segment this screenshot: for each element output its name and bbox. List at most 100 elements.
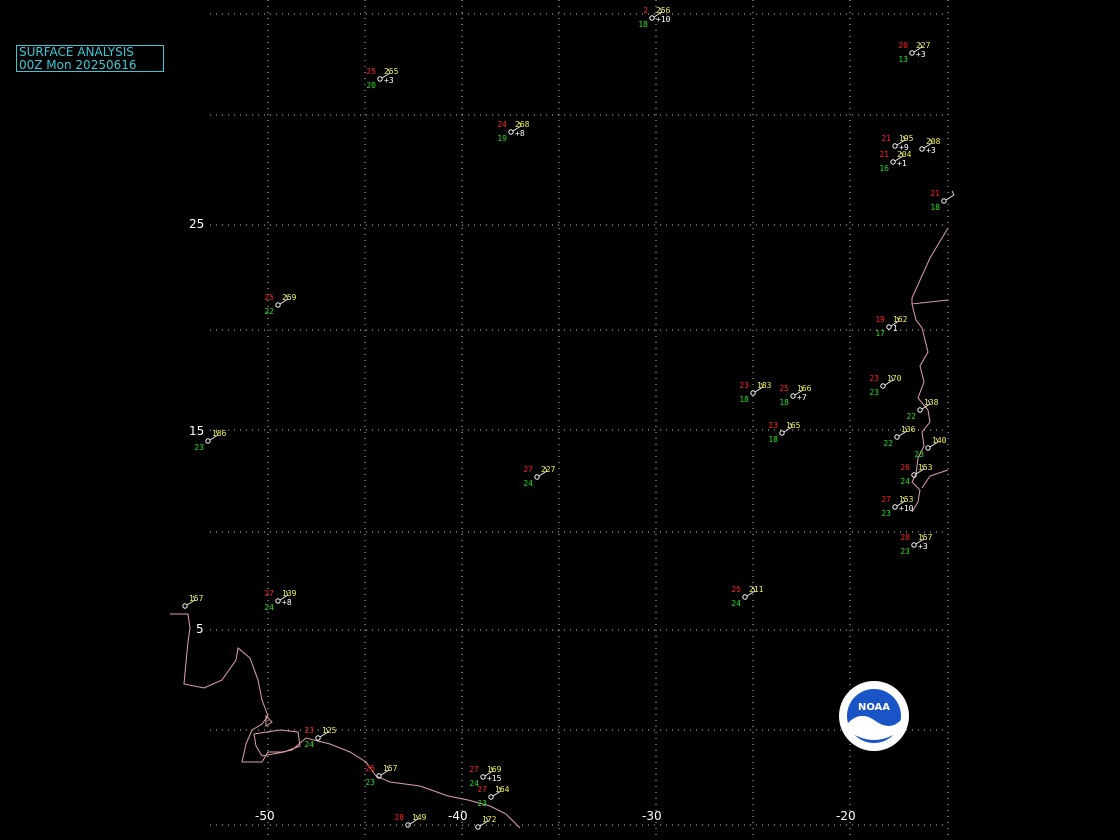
surface-map: -50 -40 -30 -20 25 15 5 218256+10 20 13 227… — [170, 0, 955, 840]
dewpoint-value: 18 — [779, 398, 789, 407]
dewpoint-value: 23 — [869, 388, 879, 397]
station-plot: 23 18 183 — [739, 381, 771, 404]
dewpoint-value: 24 — [731, 599, 741, 608]
pressure-value: 170 — [887, 374, 902, 383]
station-circle — [925, 445, 931, 451]
station-circle — [892, 504, 898, 510]
pressure-value: 208 — [926, 137, 941, 146]
station-plot: 21 16 204+1 — [879, 150, 911, 173]
station-plot: 22 136 — [883, 425, 915, 448]
pressure-value: 255 — [384, 67, 399, 76]
station-circle — [377, 76, 383, 82]
station-circle — [205, 438, 211, 444]
station-circle — [742, 594, 748, 600]
dewpoint-value: 18 — [768, 435, 778, 444]
pressure-tendency: +15 — [487, 774, 502, 783]
pressure-tendency: +8 — [515, 129, 525, 138]
station-plot: 25 24 211 — [731, 585, 763, 608]
dewpoint-value: 13 — [898, 55, 908, 64]
station-circle — [909, 50, 915, 56]
temperature-value: 19 — [875, 315, 885, 324]
dewpoint-value: 22 — [264, 307, 274, 316]
temperature-value: 25 — [366, 67, 376, 76]
trinidad-coast — [253, 714, 301, 757]
station-plot: 23 24 125 — [304, 726, 336, 749]
station-plot: 23 23 170 — [869, 374, 901, 397]
pressure-value: 204 — [897, 150, 912, 159]
south-america-coast — [170, 613, 521, 829]
pressure-value: 259 — [282, 293, 297, 302]
station-circle — [880, 383, 886, 389]
station-circle — [790, 393, 796, 399]
pressure-tendency: +8 — [282, 598, 292, 607]
temperature-value: 27 — [477, 785, 487, 794]
station-circle — [919, 146, 925, 152]
station-circle — [750, 390, 756, 396]
temperature-value: 23 — [768, 421, 778, 430]
temperature-value: 27 — [264, 589, 274, 598]
station-circle — [275, 302, 281, 308]
station-plot: 26 23 157 — [365, 764, 397, 787]
pressure-value: 136 — [901, 425, 916, 434]
station-circle — [917, 407, 923, 413]
pressure-tendency: +1 — [897, 159, 907, 168]
pressure-value: 227 — [916, 41, 931, 50]
title-line-2: 00Z Mon 20250616 — [19, 58, 137, 72]
pressure-tendency: +10 — [899, 504, 914, 513]
station-plot: 28 23 157+3 — [900, 533, 932, 556]
temperature-value: 23 — [869, 374, 879, 383]
lon-label: -20 — [836, 809, 856, 823]
temperature-value: 28 — [394, 813, 404, 822]
pressure-value: 211 — [749, 585, 764, 594]
station-circle — [779, 430, 785, 436]
pressure-value: 164 — [495, 785, 510, 794]
dewpoint-value: 16 — [879, 164, 889, 173]
temperature-value: 27 — [523, 465, 533, 474]
pressure-value: 166 — [797, 384, 812, 393]
temperature-value: 25 — [731, 585, 741, 594]
pressure-tendency: +3 — [384, 76, 394, 85]
dewpoint-value: 22 — [906, 412, 916, 421]
station-plot: 27 24 227 — [523, 465, 555, 488]
dewpoint-value: 20 — [366, 81, 376, 90]
lon-label: -30 — [642, 809, 662, 823]
pressure-value: 157 — [189, 594, 204, 603]
pressure-value: 268 — [515, 120, 530, 129]
temperature-value: 21 — [879, 150, 889, 159]
temperature-value: 21 — [930, 189, 940, 198]
dewpoint-value: 24 — [900, 477, 910, 486]
station-plot: 27 24 139+8 — [264, 589, 296, 612]
pressure-value: 169 — [487, 765, 502, 774]
station-plot: 2 18 256+10 — [638, 6, 670, 29]
noaa-logo: NOAA — [839, 681, 909, 751]
pressure-value: 256 — [656, 6, 671, 15]
title-box: SURFACE ANALYSIS 00Z Mon 20250616 — [16, 45, 164, 72]
station-circle — [894, 434, 900, 440]
temperature-value: 27 — [469, 765, 479, 774]
pressure-tendency: +7 — [797, 393, 807, 402]
pressure-value: 165 — [786, 421, 801, 430]
pressure-value: 227 — [541, 465, 556, 474]
temperature-value: 26 — [365, 764, 375, 773]
pressure-value: 172 — [482, 815, 497, 824]
station-plot: 172 — [475, 815, 497, 830]
station-circle — [911, 542, 917, 548]
pressure-value: 195 — [899, 134, 914, 143]
temperature-value: 27 — [881, 495, 891, 504]
dewpoint-value: 23 — [477, 799, 487, 808]
pressure-value: 139 — [282, 589, 297, 598]
axis-labels: -50 -40 -30 -20 25 15 5 — [189, 217, 856, 823]
pressure-value: 140 — [932, 436, 947, 445]
station-plot: 20 13 227+3 — [898, 41, 930, 64]
temperature-value: 23 — [739, 381, 749, 390]
station-plot: 208+3 — [919, 137, 941, 155]
station-plot: 23 140 — [914, 436, 946, 459]
temperature-value: 28 — [900, 533, 910, 542]
dewpoint-value: 23 — [194, 443, 204, 452]
temperature-value: 20 — [898, 41, 908, 50]
temperature-value: 24 — [497, 120, 507, 129]
station-circle — [886, 324, 892, 330]
dewpoint-value: 24 — [523, 479, 533, 488]
temperature-value: 21 — [881, 134, 891, 143]
pressure-value: 162 — [893, 315, 908, 324]
